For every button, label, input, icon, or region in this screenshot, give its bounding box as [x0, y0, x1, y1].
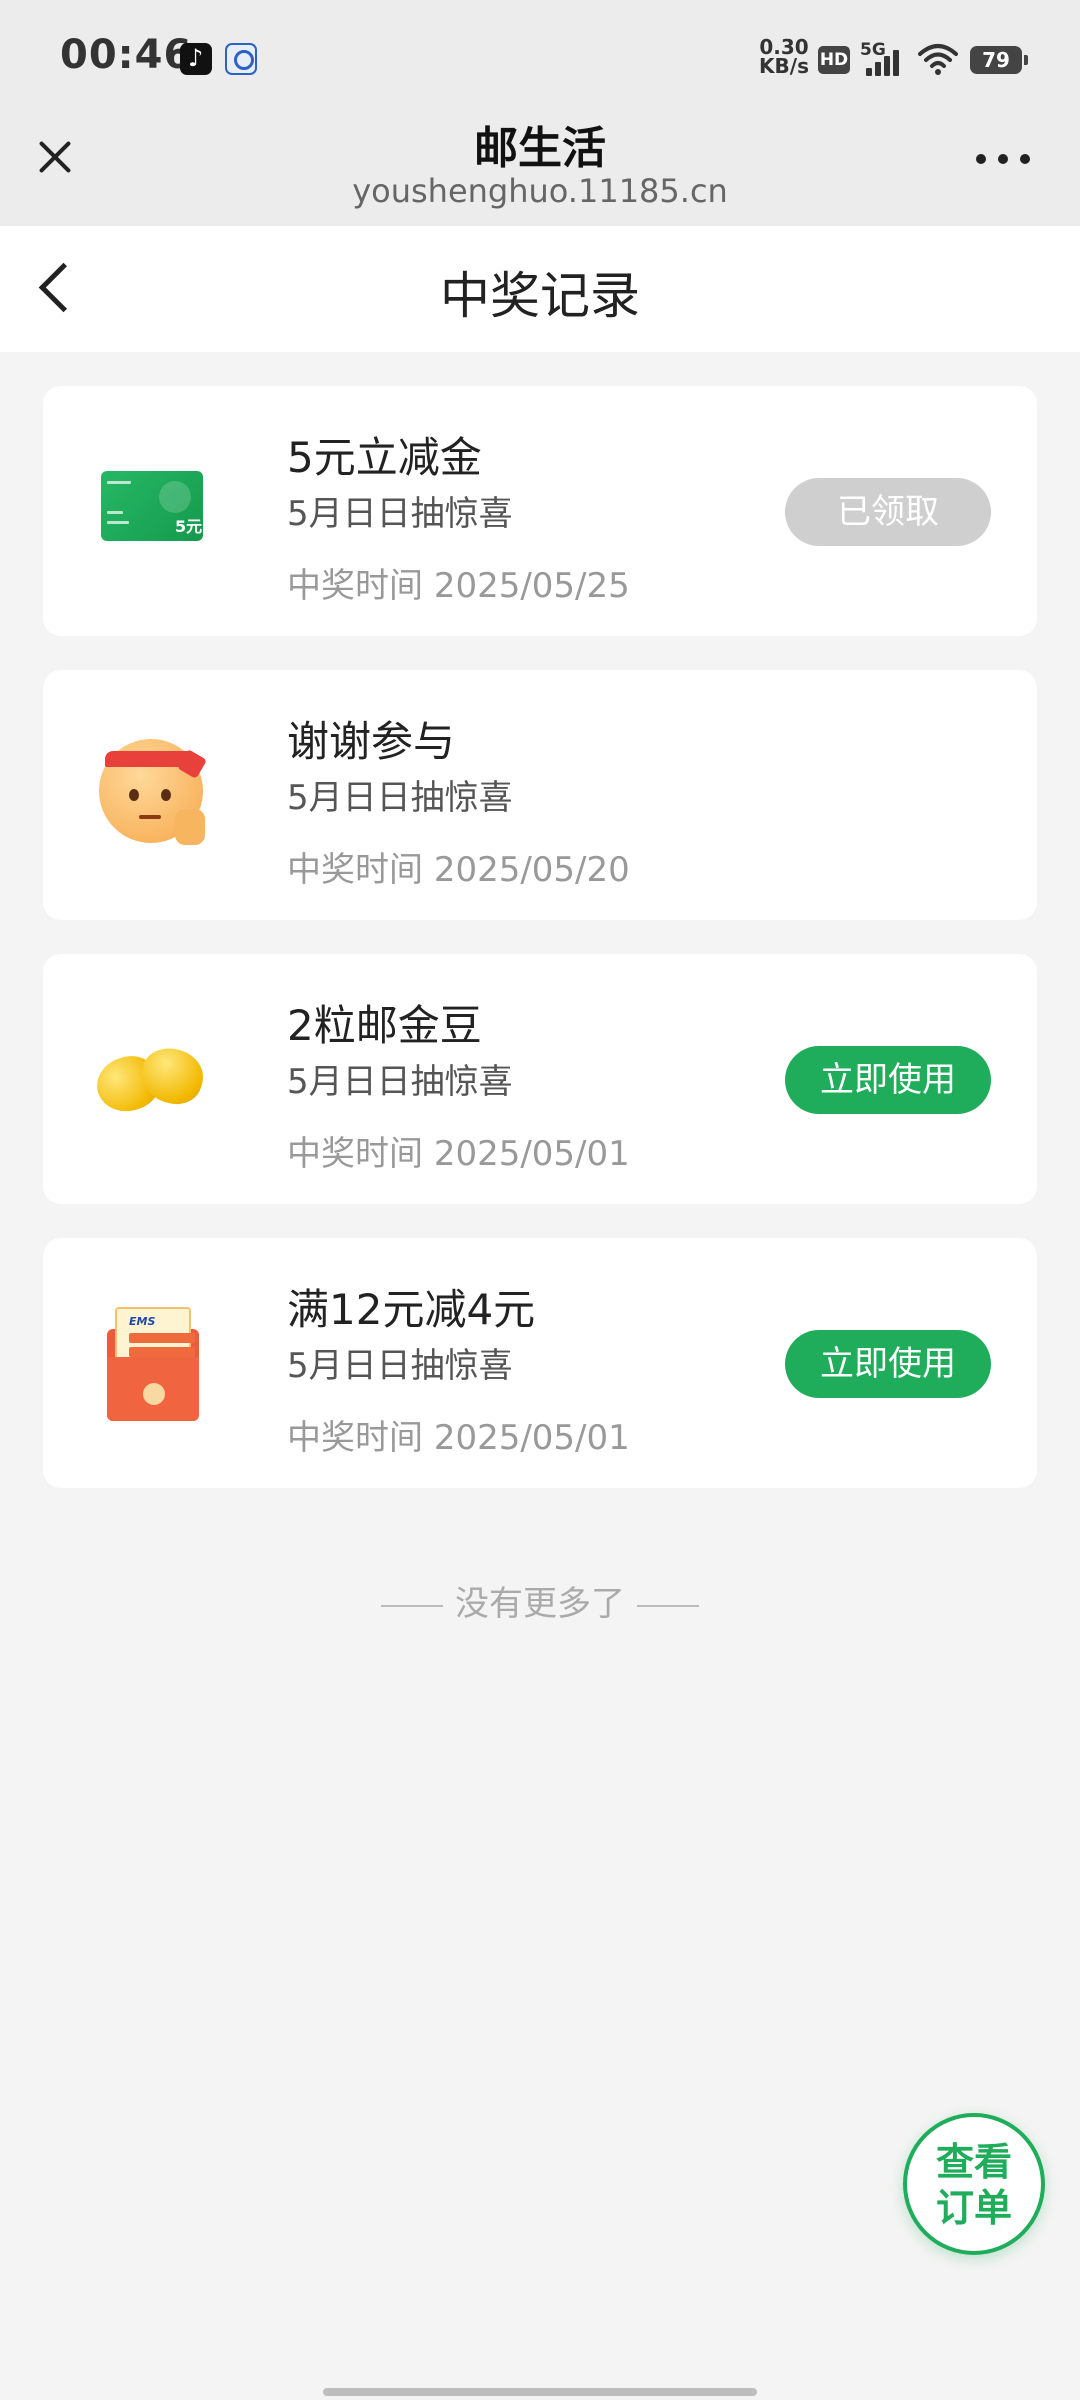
site-title: 邮生活	[474, 123, 606, 174]
win-time-label: 中奖时间	[287, 1418, 423, 1458]
more-options-icon[interactable]	[976, 150, 1036, 170]
emoji-fighting-icon	[97, 735, 208, 845]
headband-knot	[176, 748, 208, 780]
use-now-button[interactable]: 立即使用	[785, 1046, 991, 1114]
wifi-icon	[918, 44, 958, 75]
prize-title: 2粒邮金豆	[287, 1001, 482, 1050]
signal-bar-4	[893, 50, 899, 76]
card-line	[107, 481, 131, 484]
prize-title: 满12元减4元	[287, 1285, 536, 1334]
divider-right	[637, 1604, 699, 1607]
emoji-eye	[161, 789, 171, 801]
emoji-face	[99, 739, 208, 845]
card-amount-text: 5元	[175, 517, 203, 536]
win-time-label: 中奖时间	[287, 1134, 423, 1174]
prize-record: 5元 5元立减金 5月日日抽惊喜 中奖时间 2025/05/25 已领取	[43, 386, 1037, 636]
divider-left	[381, 1604, 443, 1607]
prize-record: 2粒邮金豆 5月日日抽惊喜 中奖时间 2025/05/01 立即使用	[43, 954, 1037, 1204]
view-orders-button[interactable]: 查看 订单	[903, 2113, 1045, 2255]
card-coin-mark	[159, 481, 191, 513]
signal-bar-3	[884, 56, 890, 76]
win-time-value: 2025/05/01	[433, 1418, 630, 1458]
network-type-label: 5G	[860, 40, 886, 60]
activity-name: 5月日日抽惊喜	[287, 494, 513, 534]
prize-record: 谢谢参与 5月日日抽惊喜 中奖时间 2025/05/20	[43, 670, 1037, 920]
prize-record: EMS 满12元减4元 5月日日抽惊喜 中奖时间 2025/05/01 立即使用	[43, 1238, 1037, 1488]
battery-icon: 79	[970, 46, 1028, 74]
emoji-mouth	[139, 815, 161, 819]
home-indicator[interactable]	[323, 2388, 757, 2396]
browser-header: 邮生活 youshenghuo.11185.cn	[0, 110, 1080, 226]
win-time: 中奖时间 2025/05/01	[287, 1410, 630, 1459]
envelope-line	[129, 1347, 195, 1357]
page-title: 中奖记录	[440, 267, 640, 325]
use-now-button[interactable]: 立即使用	[785, 1330, 991, 1398]
no-more-text: 没有更多了	[455, 1584, 625, 1624]
tiktok-icon	[180, 43, 212, 75]
card-line	[107, 521, 129, 524]
app-notification-icon	[225, 43, 257, 75]
activity-name: 5月日日抽惊喜	[287, 1346, 513, 1386]
envelope-label: EMS	[129, 1315, 156, 1328]
envelope-line	[129, 1333, 195, 1343]
view-orders-label-line2: 订单	[935, 2186, 1012, 2230]
win-time-value: 2025/05/20	[433, 850, 630, 890]
win-time-value: 2025/05/25	[433, 566, 630, 606]
gold-beans-icon	[89, 1019, 209, 1129]
prize-title: 谢谢参与	[287, 717, 456, 766]
win-time: 中奖时间 2025/05/20	[287, 842, 630, 891]
cash-card-graphic: 5元	[101, 471, 203, 541]
signal-icon: 5G	[860, 40, 904, 76]
activity-name: 5月日日抽惊喜	[287, 778, 513, 818]
emoji-fist	[175, 809, 205, 845]
signal-bar-1	[866, 68, 872, 76]
hd-icon: HD	[818, 46, 850, 74]
status-bar: 00:46 0.30 KB/s HD 5G 79	[0, 0, 1080, 110]
emoji-eye	[129, 789, 139, 801]
status-time: 00:46	[60, 32, 193, 78]
win-time-label: 中奖时间	[287, 566, 423, 606]
activity-name: 5月日日抽惊喜	[287, 1062, 513, 1102]
beans-graphic	[89, 1035, 209, 1120]
headband	[105, 748, 208, 780]
win-time: 中奖时间 2025/05/01	[287, 1126, 630, 1175]
site-url: youshenghuo.11185.cn	[352, 172, 728, 210]
view-orders-label-line1: 查看	[935, 2140, 1012, 2184]
no-more-indicator: 没有更多了	[0, 1576, 1080, 1625]
network-speed-unit: KB/s	[759, 54, 809, 78]
prize-title: 5元立减金	[287, 433, 482, 482]
win-time-value: 2025/05/01	[433, 1134, 630, 1174]
cash-card-icon: 5元	[97, 451, 207, 561]
network-speed: 0.30 KB/s	[758, 37, 810, 78]
signal-bar-2	[875, 62, 881, 76]
claimed-button: 已领取	[785, 478, 991, 546]
card-line	[107, 511, 123, 514]
coupon-envelope-icon: EMS	[97, 1303, 207, 1421]
win-time: 中奖时间 2025/05/25	[287, 558, 630, 607]
envelope-seal	[143, 1383, 165, 1405]
envelope-graphic: EMS	[107, 1303, 199, 1421]
page-header: 中奖记录	[0, 226, 1080, 352]
win-time-label: 中奖时间	[287, 850, 423, 890]
